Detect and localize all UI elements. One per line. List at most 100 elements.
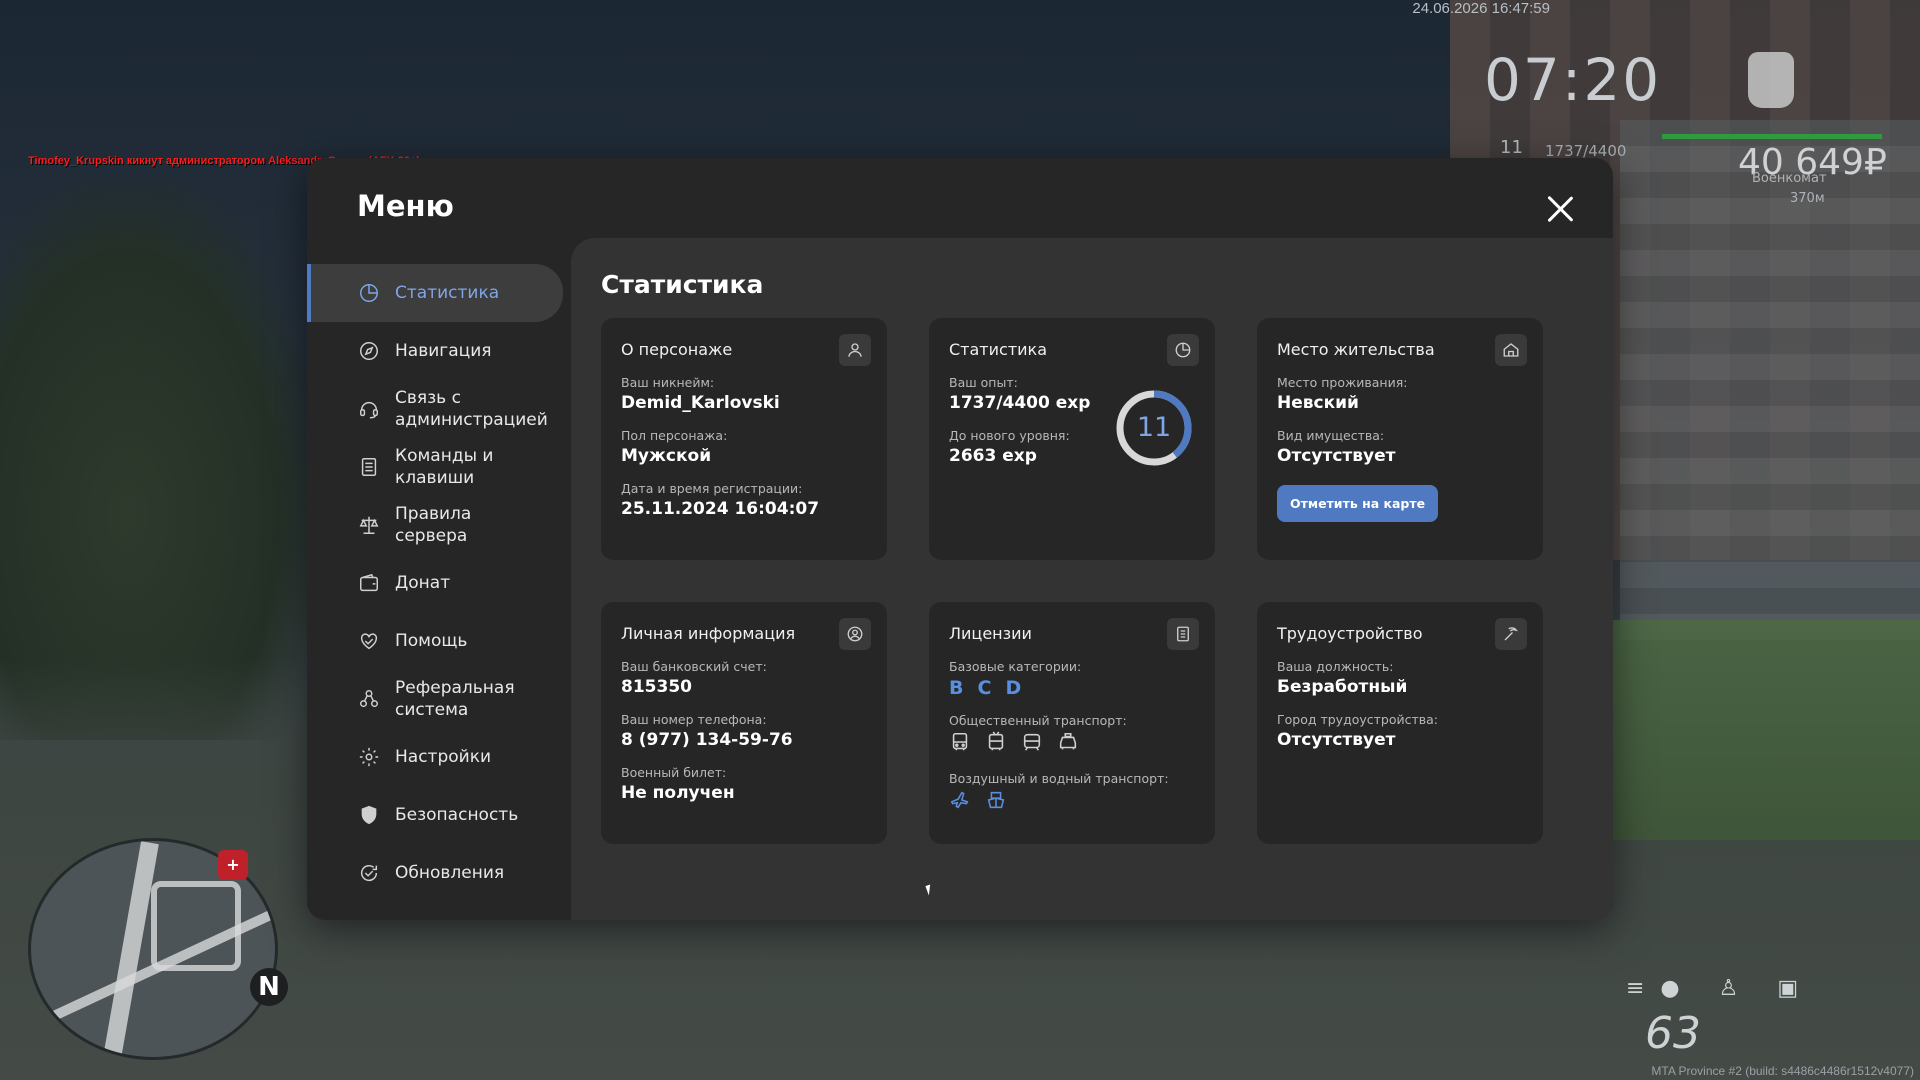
- character-card: О персонаже Ваш никнейм: Demid_Karlovski…: [601, 318, 887, 560]
- shield-icon: [357, 803, 381, 827]
- nav-item-help[interactable]: Помощь: [307, 612, 563, 670]
- card-title: Трудоустройство: [1277, 624, 1423, 643]
- nav-label: Обновления: [395, 863, 505, 883]
- phone-value: 8 (977) 134-59-76: [621, 730, 793, 750]
- people-network-icon: [357, 687, 381, 711]
- nav-item-admin-contact[interactable]: Связь с администрацией: [307, 380, 563, 438]
- card-title: Статистика: [949, 340, 1047, 359]
- employment-card: Трудоустройство Ваша должность: Безработ…: [1257, 602, 1543, 844]
- job-position-value: Безработный: [1277, 677, 1408, 697]
- nav-item-rules[interactable]: Правила сервера: [307, 496, 563, 554]
- field-label: Военный билет:: [621, 765, 727, 780]
- boat-icon: [985, 789, 1007, 815]
- nav-item-statistics[interactable]: Статистика: [307, 264, 563, 322]
- trolleybus-icon: [985, 731, 1007, 757]
- taxi-icon: [1057, 731, 1079, 757]
- nav-label: Навигация: [395, 341, 492, 361]
- compass-north-icon: N: [250, 968, 288, 1006]
- field-label: Пол персонажа:: [621, 428, 728, 443]
- hud-datetime: 24.06.2026 16:47:59: [1412, 0, 1550, 17]
- hospital-icon: +: [218, 850, 248, 880]
- nav-item-commands[interactable]: Команды и клавиши: [307, 438, 563, 496]
- card-title: Место жительства: [1277, 340, 1435, 359]
- license-category: D: [1005, 677, 1022, 699]
- field-label: Дата и время регистрации:: [621, 481, 803, 496]
- headset-icon: [357, 397, 381, 421]
- field-label: Общественный транспорт:: [949, 713, 1127, 728]
- pie-chart-icon: [357, 281, 381, 305]
- job-city-value: Отсутствует: [1277, 730, 1396, 750]
- document-icon: [357, 455, 381, 479]
- user-circle-icon: [839, 618, 871, 650]
- house-icon: [1495, 334, 1527, 366]
- nickname-value: Demid_Karlovski: [621, 393, 780, 413]
- field-label: Место проживания:: [1277, 375, 1408, 390]
- residence-card: Место жительства Место проживания: Невск…: [1257, 318, 1543, 560]
- nav-label: Статистика: [395, 283, 500, 303]
- nav-label: Помощь: [395, 631, 468, 651]
- personal-info-card: Личная информация Ваш банковский счет: 8…: [601, 602, 887, 844]
- bus-icon: [949, 731, 971, 757]
- hud-level: 11: [1500, 137, 1523, 158]
- vehicle-status-icons: ≡● ♙ ▣: [1626, 976, 1815, 1001]
- registration-date-value: 25.11.2024 16:04:07: [621, 499, 820, 519]
- license-categories: B C D: [949, 677, 1195, 699]
- user-icon: [839, 334, 871, 366]
- pie-chart-icon: [1167, 334, 1199, 366]
- nav-item-donate[interactable]: Донат: [307, 554, 563, 612]
- property-value: Отсутствует: [1277, 446, 1396, 466]
- card-title: Лицензии: [949, 624, 1032, 643]
- grass: [1560, 620, 1920, 840]
- card-title: Личная информация: [621, 624, 796, 643]
- scales-icon: [357, 513, 381, 537]
- level-number: 11: [1136, 412, 1172, 443]
- nav-label: Настройки: [395, 747, 492, 767]
- air-water-transport-icons: [949, 789, 1195, 815]
- nav-item-settings[interactable]: Настройки: [307, 728, 563, 786]
- card-title: О персонаже: [621, 340, 733, 359]
- hud-distance: 370м: [1790, 191, 1825, 206]
- nav-label: Безопасность: [395, 805, 519, 825]
- build-info: MTA Province #2 (build: s4486c4486r1512v…: [1651, 1064, 1914, 1078]
- tram-icon: [1021, 731, 1043, 757]
- nav-item-security[interactable]: Безопасность: [307, 786, 563, 844]
- field-label: Ваш номер телефона:: [621, 712, 767, 727]
- level-progress-ring: 11: [1114, 388, 1194, 468]
- content-panel: Статистика О персонаже Ваш никнейм: Demi…: [571, 238, 1613, 920]
- field-label: Ваш никнейм:: [621, 375, 715, 390]
- bank-account-value: 815350: [621, 677, 692, 697]
- public-transport-icons: [949, 731, 1195, 757]
- hud-zone: Военкомат: [1752, 171, 1827, 186]
- field-label: Базовые категории:: [949, 659, 1082, 674]
- nav-label: Связь с администрацией: [395, 388, 548, 430]
- nav-label: Реферальная система: [395, 678, 515, 720]
- field-label: Город трудоустройства:: [1277, 712, 1439, 727]
- stats-card: Статистика Ваш опыт: 1737/4400 exp До но…: [929, 318, 1215, 560]
- refresh-check-icon: [357, 861, 381, 885]
- hud-clock: 07:20: [1484, 46, 1662, 114]
- license-category: B: [949, 677, 964, 699]
- plane-icon: [949, 789, 971, 815]
- licenses-card: Лицензии Базовые категории: B C D Общест…: [929, 602, 1215, 844]
- health-bar: [1662, 134, 1882, 139]
- military-id-value: Не получен: [621, 783, 735, 803]
- nav-item-referral[interactable]: Реферальная система: [307, 670, 563, 728]
- nav-label: Правила сервера: [395, 504, 472, 546]
- close-button[interactable]: [1545, 194, 1575, 224]
- section-title: Статистика: [601, 270, 764, 299]
- sidebar: Статистика Навигация Связь с администрац…: [307, 264, 563, 902]
- nav-item-updates[interactable]: Обновления: [307, 844, 563, 902]
- compass-icon: [357, 339, 381, 363]
- field-label: Вид имущества:: [1277, 428, 1385, 443]
- field-label: Ваш банковский счет:: [621, 659, 767, 674]
- fist-weapon-icon: [1748, 52, 1794, 108]
- mark-on-map-button[interactable]: Отметить на карте: [1277, 485, 1439, 522]
- minimap-road: [151, 881, 241, 971]
- menu-window: Меню Статистика Навигация Связь с админи…: [307, 158, 1613, 920]
- field-label: Ваша должность:: [1277, 659, 1394, 674]
- nav-item-navigation[interactable]: Навигация: [307, 322, 563, 380]
- license-card-icon: [1167, 618, 1199, 650]
- menu-title: Меню: [357, 189, 454, 223]
- residence-value: Невский: [1277, 393, 1359, 413]
- building-wall: [1620, 120, 1920, 640]
